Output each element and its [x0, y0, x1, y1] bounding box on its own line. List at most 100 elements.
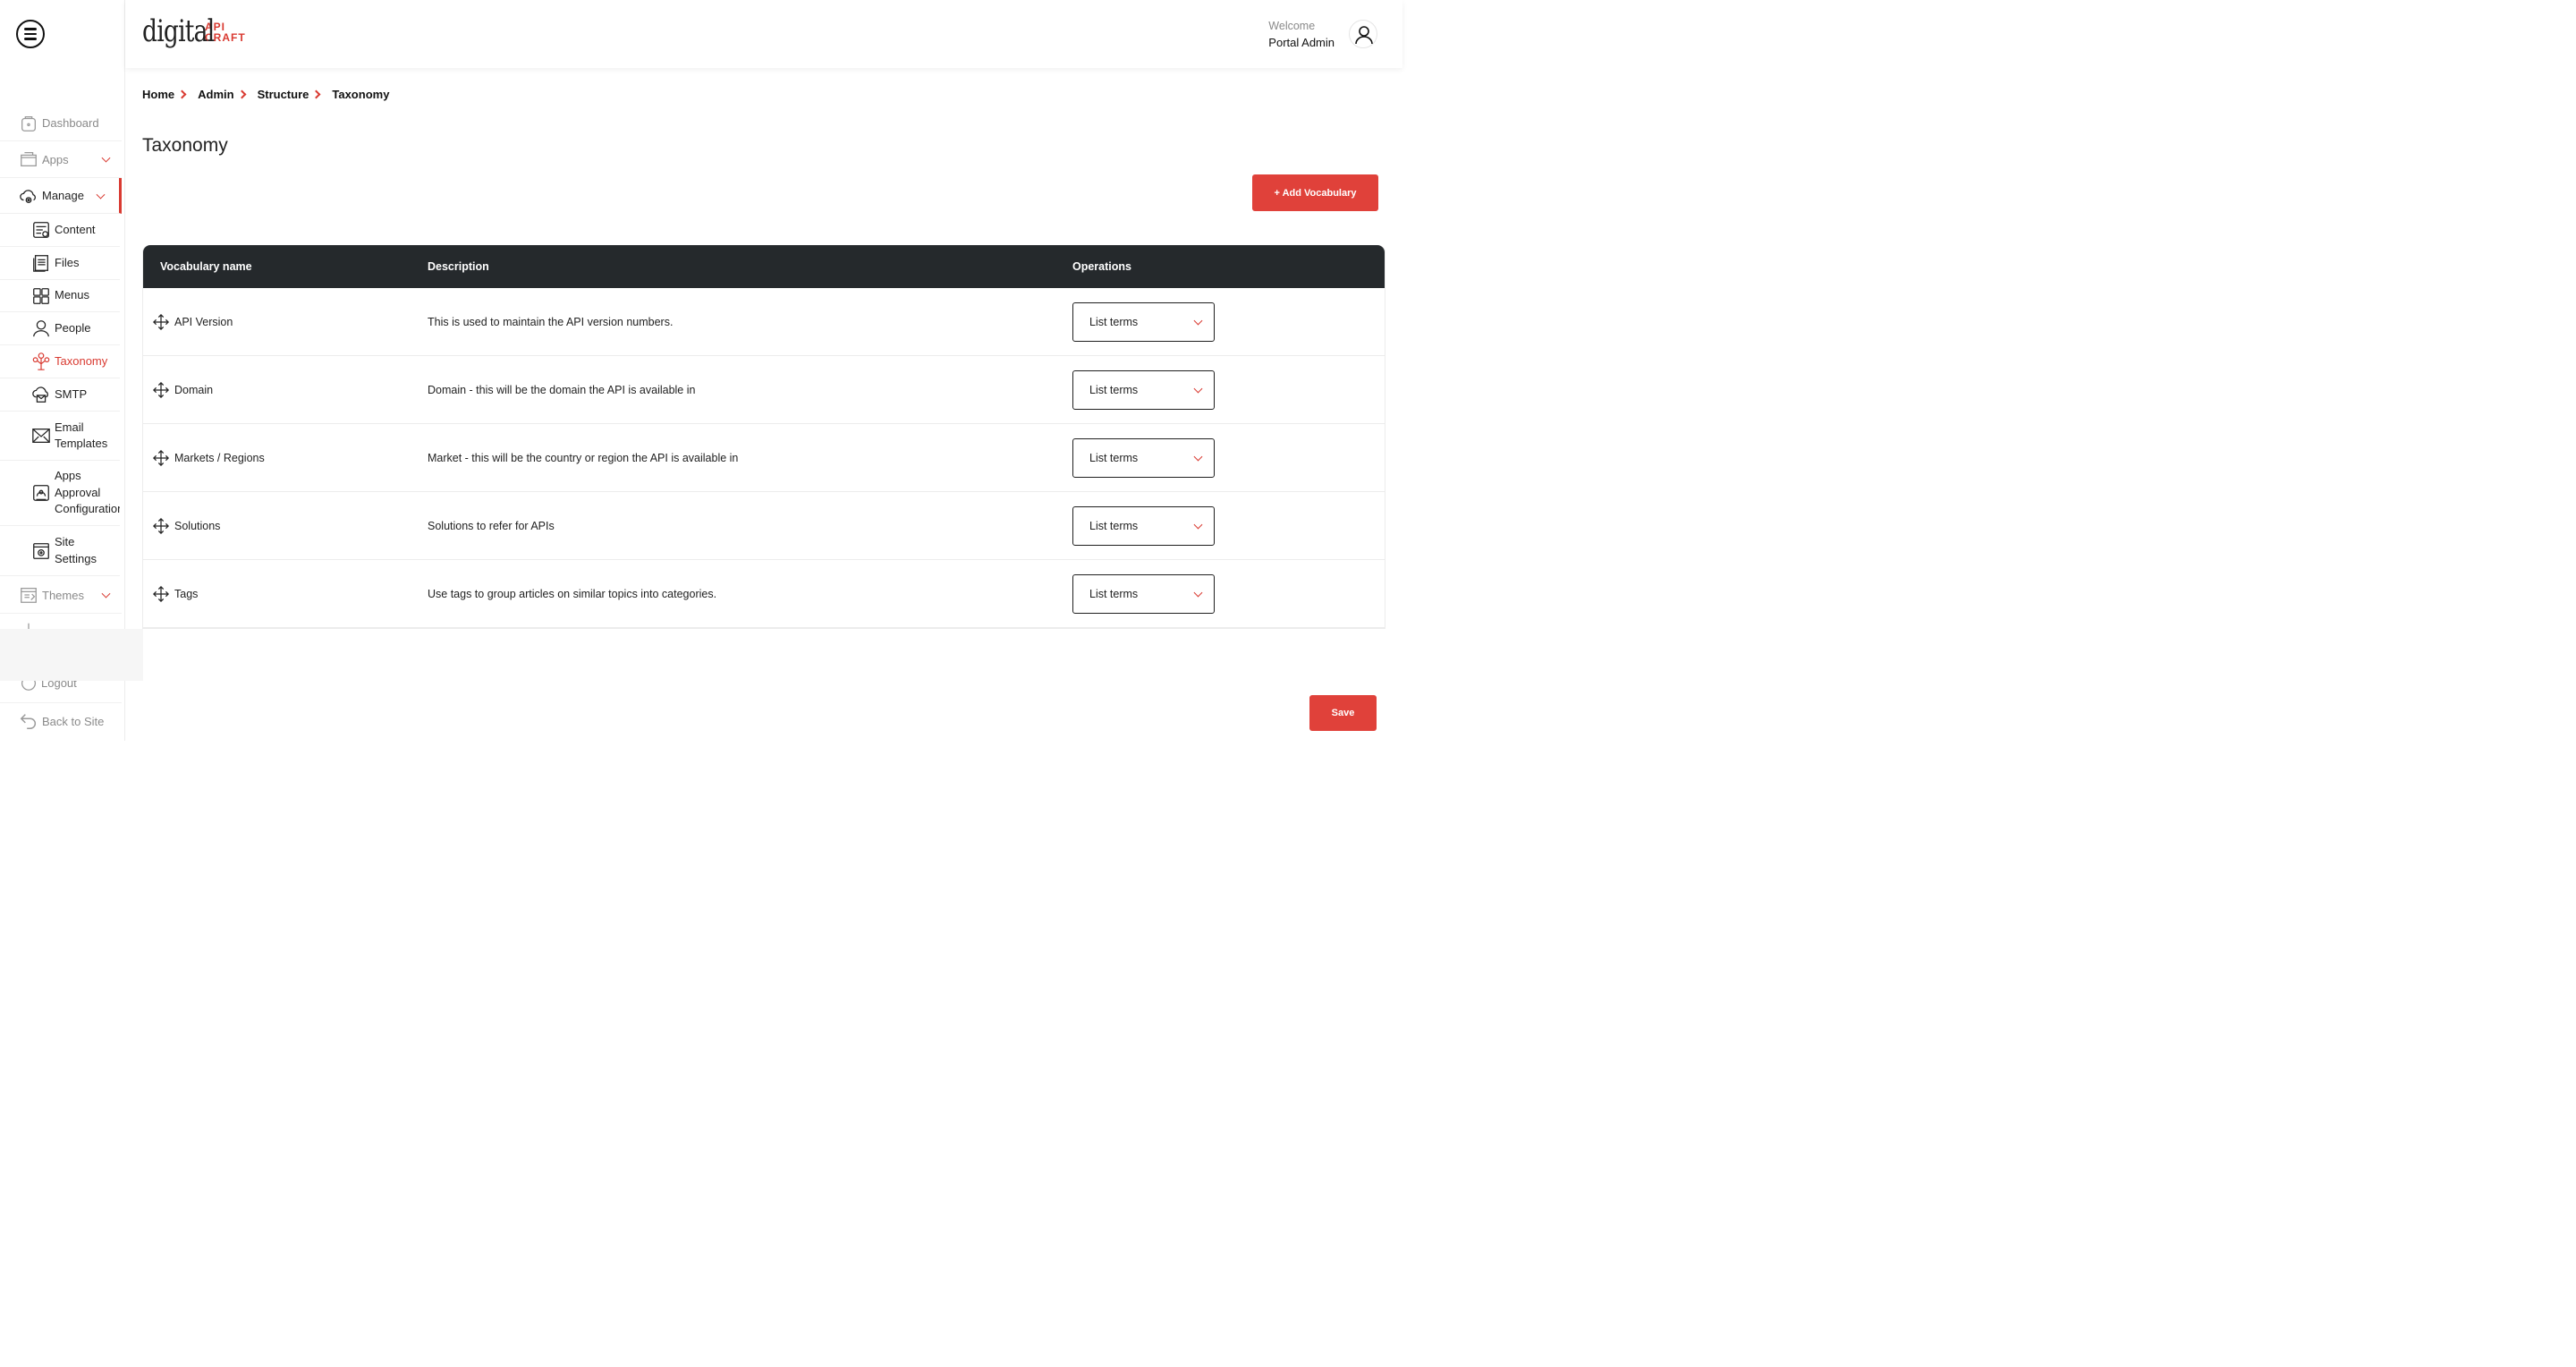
vocabulary-name: Tags	[174, 588, 199, 600]
chevron-right-icon	[311, 89, 321, 99]
files-icon	[33, 255, 48, 272]
table-header: Vocabulary name Description Operations	[143, 245, 1385, 288]
vocabulary-table: Vocabulary name Description Operations A…	[142, 245, 1385, 629]
chevron-down-icon	[1193, 316, 1203, 326]
table-row: API Version This is used to maintain the…	[143, 288, 1385, 356]
sidebar-subitem-smtp[interactable]: SMTP	[0, 378, 120, 412]
sidebar-item-label: Back to Site	[42, 714, 105, 728]
sidebar-subitem-taxonomy[interactable]: Taxonomy	[0, 345, 120, 378]
column-header-name: Vocabulary name	[160, 260, 252, 273]
operations-selected-value: List terms	[1089, 384, 1139, 396]
sidebar-subitem-label: Site Settings	[55, 535, 97, 565]
sidebar-subitem-label: People	[55, 320, 91, 335]
welcome-label: Welcome	[1268, 20, 1316, 32]
operations-selected-value: List terms	[1089, 520, 1139, 532]
chevron-down-icon	[96, 190, 106, 200]
chevron-down-icon	[1193, 520, 1203, 530]
brand-logo[interactable]: digital API CRAFT	[142, 14, 246, 48]
sidebar-item-dashboard[interactable]: Dashboard	[0, 106, 122, 141]
approval-icon	[33, 485, 49, 501]
vocabulary-description: Use tags to group articles on similar to…	[428, 588, 717, 600]
operations-dropdown[interactable]: List terms	[1072, 302, 1215, 342]
vocabulary-name: Markets / Regions	[174, 452, 265, 464]
cloud-gear-icon	[20, 189, 36, 203]
box-icon	[21, 152, 37, 166]
tree-icon	[32, 352, 50, 370]
home-icon	[21, 115, 36, 132]
chevron-down-icon	[1193, 588, 1203, 598]
breadcrumb-home[interactable]: Home	[142, 88, 174, 101]
operations-selected-value: List terms	[1089, 452, 1139, 464]
palette-icon	[21, 588, 37, 603]
chevron-down-icon	[101, 153, 111, 163]
user-name: Portal Admin	[1268, 36, 1335, 49]
drag-handle-icon[interactable]	[153, 586, 169, 602]
chevron-down-icon	[1193, 452, 1203, 462]
sidebar-subitem-files[interactable]: Files	[0, 247, 120, 280]
breadcrumb-current: Taxonomy	[332, 88, 390, 101]
sidebar-item-label: Apps	[42, 152, 69, 166]
sidebar-item-label: Themes	[42, 588, 84, 602]
column-header-operations: Operations	[1072, 260, 1131, 273]
operations-dropdown[interactable]: List terms	[1072, 574, 1215, 614]
sidebar-subitem-label: Email Templates	[55, 420, 108, 451]
operations-selected-value: List terms	[1089, 588, 1139, 600]
sidebar-subitem-people[interactable]: People	[0, 312, 120, 345]
table-row: Domain Domain - this will be the domain …	[143, 356, 1385, 424]
sidebar-item-back-to-site[interactable]: Back to Site	[0, 703, 122, 739]
operations-dropdown[interactable]: List terms	[1072, 370, 1215, 410]
sidebar-item-label: Dashboard	[42, 116, 99, 130]
vocabulary-description: This is used to maintain the API version…	[428, 316, 674, 328]
vocabulary-name: API Version	[174, 316, 233, 328]
person-icon	[33, 320, 49, 337]
operations-dropdown[interactable]: List terms	[1072, 438, 1215, 478]
breadcrumb-admin[interactable]: Admin	[198, 88, 233, 101]
column-header-description: Description	[428, 260, 489, 273]
sidebar-subitem-email-templates[interactable]: Email Templates	[0, 412, 120, 461]
sidebar-subitem-label: Files	[55, 255, 80, 269]
envelope-icon	[32, 429, 50, 443]
sidebar-subitem-label: Apps Approval Configuration	[55, 468, 120, 518]
drag-handle-icon[interactable]	[153, 382, 169, 398]
back-arrow-icon	[20, 714, 36, 729]
chevron-down-icon	[101, 589, 111, 599]
sidebar-item-manage[interactable]: Manage	[0, 178, 122, 214]
sidebar-subitem-site-settings[interactable]: Site Settings	[0, 526, 120, 576]
sidebar-subitem-apps-approval[interactable]: Apps Approval Configuration	[0, 461, 120, 526]
sidebar-subitem-content[interactable]: Content	[0, 214, 120, 247]
save-button[interactable]: Save	[1309, 695, 1377, 731]
drag-handle-icon[interactable]	[153, 450, 169, 466]
sidebar-subitem-label: Menus	[55, 288, 90, 302]
chevron-down-icon	[1193, 384, 1203, 394]
vocabulary-description: Market - this will be the country or reg…	[428, 452, 739, 464]
sidebar-item-apps[interactable]: Apps	[0, 141, 122, 178]
page-title: Taxonomy	[142, 135, 228, 156]
cloud-mail-icon	[32, 386, 48, 403]
drag-handle-icon[interactable]	[153, 314, 169, 330]
person-icon	[1355, 26, 1373, 45]
table-row: Tags Use tags to group articles on simil…	[143, 560, 1385, 628]
vocabulary-name: Solutions	[174, 520, 221, 532]
sidebar-subitem-label: Content	[55, 222, 96, 236]
breadcrumb: Home Admin Structure Taxonomy	[142, 88, 389, 101]
drag-handle-icon[interactable]	[153, 518, 169, 534]
sidebar-subitem-label: SMTP	[55, 386, 88, 401]
menu-toggle-icon[interactable]	[16, 20, 45, 48]
chevron-right-icon	[237, 89, 247, 99]
sidebar: Dashboard Apps Manage Content Files Menu…	[0, 0, 143, 741]
vocabulary-description: Solutions to refer for APIs	[428, 520, 555, 532]
operations-dropdown[interactable]: List terms	[1072, 506, 1215, 546]
sidebar-item-themes[interactable]: Themes	[0, 577, 122, 614]
sidebar-overlay	[0, 629, 143, 681]
chevron-right-icon	[177, 89, 187, 99]
breadcrumb-structure[interactable]: Structure	[258, 88, 309, 101]
table-row: Solutions Solutions to refer for APIs Li…	[143, 492, 1385, 560]
table-row: Markets / Regions Market - this will be …	[143, 424, 1385, 492]
sidebar-subitem-label: Taxonomy	[55, 353, 108, 368]
table-body: API Version This is used to maintain the…	[143, 288, 1385, 628]
sidebar-item-label: Manage	[42, 189, 84, 202]
sidebar-subitem-menus[interactable]: Menus	[0, 280, 120, 312]
settings-icon	[33, 542, 49, 559]
user-avatar-icon[interactable]	[1349, 20, 1377, 48]
add-vocabulary-button[interactable]: + Add Vocabulary	[1252, 174, 1378, 211]
